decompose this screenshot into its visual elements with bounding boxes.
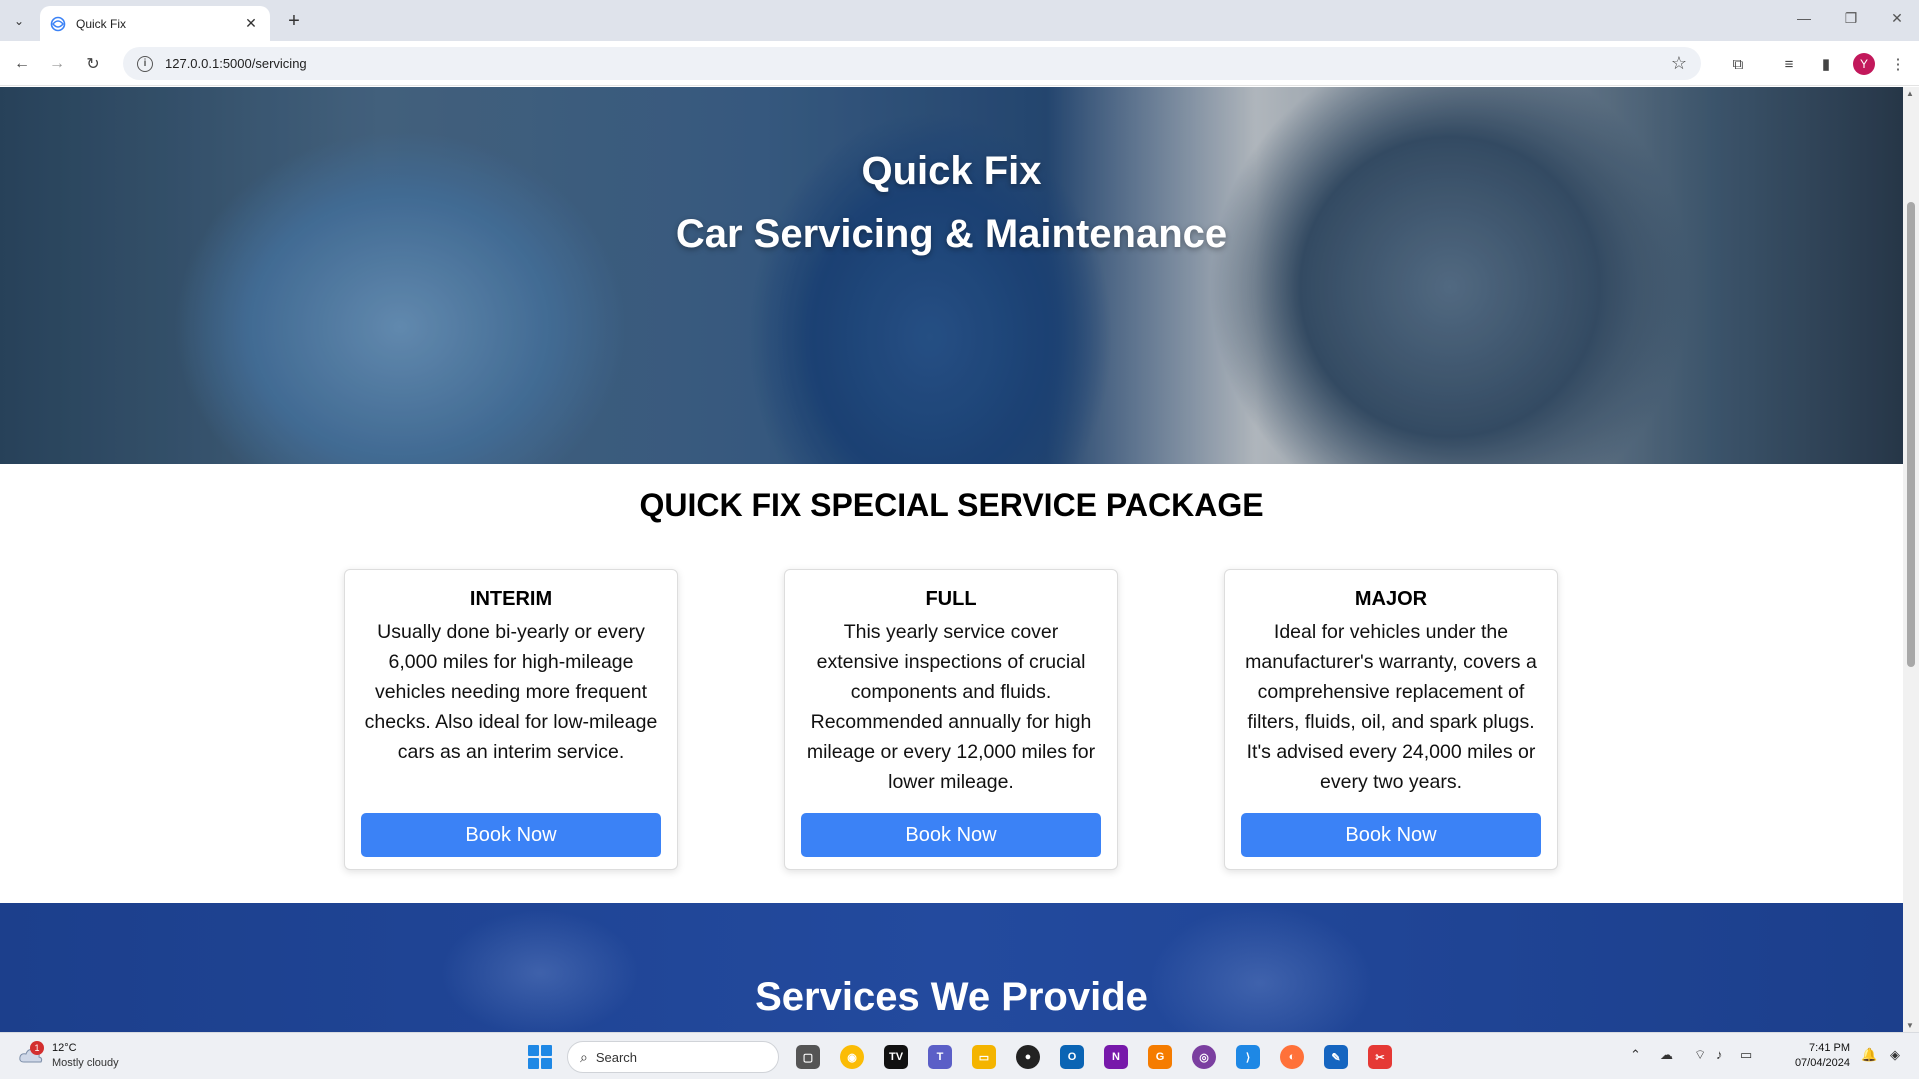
profile-avatar[interactable]: Y bbox=[1853, 53, 1875, 75]
github-icon[interactable]: ◎ bbox=[1192, 1045, 1216, 1069]
address-url: 127.0.0.1:5000/servicing bbox=[165, 56, 307, 71]
weather-widget[interactable]: 1 12°C Mostly cloudy bbox=[18, 1041, 119, 1071]
site-favicon-icon bbox=[50, 16, 66, 31]
browser-toolbar: ← → ↻ i 127.0.0.1:5000/servicing ☆ ⧉ ≡ ▮… bbox=[0, 41, 1919, 86]
package-card-description: Usually done bi-yearly or every 6,000 mi… bbox=[364, 621, 658, 763]
extensions-puzzle-icon[interactable]: ⧉ bbox=[1727, 53, 1749, 75]
taskbar-clock[interactable]: 7:41 PM 07/04/2024 bbox=[1770, 1041, 1850, 1071]
battery-icon[interactable]: ▭ bbox=[1740, 1047, 1752, 1063]
hero-title: Quick Fix bbox=[861, 149, 1042, 193]
hero-subtitle: Car Servicing & Maintenance bbox=[675, 212, 1228, 256]
package-card-title: FULL bbox=[925, 588, 977, 610]
browser-titlebar: ⌄ Quick Fix ✕ + — ❐ ✕ bbox=[0, 0, 1919, 41]
paint-app-icon[interactable]: ✎ bbox=[1324, 1045, 1348, 1069]
notification-bell-icon[interactable]: 🔔 bbox=[1861, 1047, 1877, 1063]
vscode-icon[interactable]: ⟩ bbox=[1236, 1045, 1260, 1069]
taskbar-search-label: Search bbox=[595, 1049, 638, 1065]
snipping-tool-icon[interactable]: ✂ bbox=[1368, 1045, 1392, 1069]
window-close-icon[interactable]: ✕ bbox=[1887, 10, 1907, 27]
tab-close-icon[interactable]: ✕ bbox=[242, 15, 260, 32]
page-scrollbar[interactable]: ▲ ▼ bbox=[1903, 87, 1919, 1032]
services-section-banner: Services We Provide bbox=[0, 903, 1903, 1032]
onedrive-cloud-icon[interactable]: ☁ bbox=[1660, 1047, 1673, 1063]
volume-icon[interactable]: ♪ bbox=[1716, 1047, 1723, 1062]
tray-chevron-up-icon[interactable]: ⌃ bbox=[1630, 1047, 1641, 1063]
browser-tab[interactable]: Quick Fix ✕ bbox=[40, 6, 270, 41]
package-card-description: This yearly service cover extensive insp… bbox=[806, 621, 1096, 793]
wifi-icon[interactable]: ⌔ bbox=[1694, 1047, 1706, 1063]
cloud-icon: 1 bbox=[18, 1041, 44, 1065]
weather-temperature: 12°C bbox=[52, 1042, 77, 1054]
clock-time: 7:41 PM bbox=[1809, 1042, 1850, 1054]
scroll-up-arrow-icon[interactable]: ▲ bbox=[1906, 89, 1914, 98]
page-viewport: Quick Fix Car Servicing & Maintenance QU… bbox=[0, 87, 1903, 1032]
book-now-button-full[interactable]: Book Now bbox=[801, 813, 1101, 857]
book-now-button-major[interactable]: Book Now bbox=[1241, 813, 1541, 857]
package-card-full: FULL This yearly service cover extensive… bbox=[784, 569, 1118, 870]
side-panel-icon[interactable]: ▮ bbox=[1815, 53, 1837, 75]
package-card-major: MAJOR Ideal for vehicles under the manuf… bbox=[1224, 569, 1558, 870]
weather-alert-badge: 1 bbox=[30, 1041, 44, 1055]
new-tab-plus-icon[interactable]: + bbox=[282, 9, 306, 33]
package-card-interim: INTERIM Usually done bi-yearly or every … bbox=[344, 569, 678, 870]
firefox-icon[interactable]: ◐ bbox=[1280, 1045, 1304, 1069]
restore-icon[interactable]: ❐ bbox=[1841, 10, 1861, 27]
book-now-button-interim[interactable]: Book Now bbox=[361, 813, 661, 857]
site-info-icon[interactable]: i bbox=[137, 55, 153, 72]
tab-title: Quick Fix bbox=[76, 16, 127, 31]
chrome-icon[interactable]: ◉ bbox=[840, 1045, 864, 1069]
windows-taskbar: 1 12°C Mostly cloudy ⌕ Search ▢ ◉ TV T ▭… bbox=[0, 1032, 1919, 1079]
onenote-icon[interactable]: N bbox=[1104, 1045, 1128, 1069]
reload-icon[interactable]: ↻ bbox=[80, 51, 106, 77]
windows-start-icon[interactable] bbox=[528, 1045, 552, 1069]
outlook-icon[interactable]: O bbox=[1060, 1045, 1084, 1069]
scrollbar-thumb[interactable] bbox=[1907, 202, 1915, 667]
git-tool-icon[interactable]: G bbox=[1148, 1045, 1172, 1069]
file-explorer-icon[interactable]: ▭ bbox=[972, 1045, 996, 1069]
package-card-title: INTERIM bbox=[469, 588, 553, 610]
service-package-heading: QUICK FIX SPECIAL SERVICE PACKAGE bbox=[639, 487, 1264, 523]
bookmark-star-icon[interactable]: ☆ bbox=[1671, 53, 1687, 74]
package-card-title: MAJOR bbox=[1354, 588, 1428, 610]
tab-search-chevron-icon[interactable]: ⌄ bbox=[6, 8, 32, 34]
back-arrow-icon[interactable]: ← bbox=[9, 51, 35, 77]
hero-banner-image bbox=[0, 87, 1903, 464]
minimize-icon[interactable]: — bbox=[1794, 10, 1814, 26]
taskbar-search[interactable]: ⌕ Search bbox=[567, 1041, 779, 1073]
scroll-down-arrow-icon[interactable]: ▼ bbox=[1906, 1021, 1914, 1030]
search-icon: ⌕ bbox=[580, 1048, 588, 1065]
media-control-icon[interactable]: ≡ bbox=[1778, 53, 1800, 75]
address-bar[interactable]: i 127.0.0.1:5000/servicing ☆ bbox=[123, 47, 1701, 80]
browser-menu-kebab-icon[interactable]: ⋮ bbox=[1887, 53, 1909, 75]
forward-arrow-icon[interactable]: → bbox=[44, 51, 70, 77]
copilot-icon[interactable]: ◈ bbox=[1890, 1047, 1900, 1063]
weather-condition: Mostly cloudy bbox=[52, 1057, 119, 1069]
teams-icon[interactable]: T bbox=[928, 1045, 952, 1069]
alien-app-icon[interactable]: ● bbox=[1016, 1045, 1040, 1069]
services-title: Services We Provide bbox=[755, 975, 1148, 1019]
tv-app-icon[interactable]: TV bbox=[884, 1045, 908, 1069]
clock-date: 07/04/2024 bbox=[1794, 1057, 1850, 1069]
task-view-icon[interactable]: ▢ bbox=[796, 1045, 820, 1069]
package-card-description: Ideal for vehicles under the manufacture… bbox=[1245, 621, 1537, 793]
